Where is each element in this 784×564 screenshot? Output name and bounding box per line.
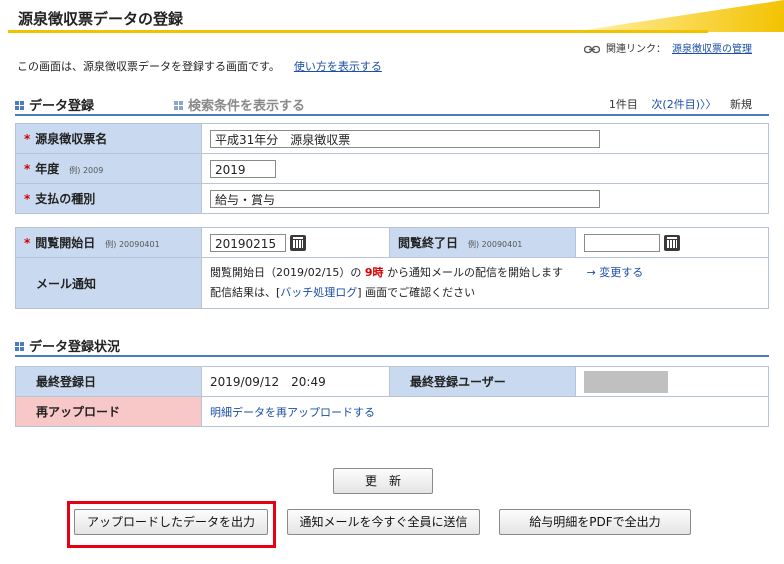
title-underline: [8, 30, 708, 33]
pdf-export-button[interactable]: 給与明細をPDFで全出力: [499, 509, 691, 535]
row-name: * 源泉徴収票名 平成31年分 源泉徴収票: [15, 123, 769, 154]
reupload-label: 再アップロード: [15, 396, 202, 427]
pager-count: 1件目: [608, 98, 638, 111]
row-reupload: 再アップロード 明細データを再アップロードする: [15, 396, 769, 427]
start-date-input[interactable]: 20190215: [210, 233, 286, 252]
search-toggle[interactable]: 検索条件を表示する: [174, 95, 305, 114]
section-data-rule: [15, 114, 769, 116]
section-data-title-text: データ登録: [29, 99, 95, 114]
payment-label: * 支払の種別: [15, 183, 202, 214]
update-button[interactable]: 更 新: [333, 468, 433, 494]
status-table: 最終登録日 2019/09/12 20:49 最終登録ユーザー 再アップロード …: [15, 366, 769, 427]
section-bullet-icon: [15, 101, 24, 110]
end-date-label: 閲覧終了日 例) 20090401: [389, 227, 576, 258]
basic-info-table: * 源泉徴収票名 平成31年分 源泉徴収票 * 年度 例) 2009 2019 * 支払…: [15, 123, 769, 214]
payment-input[interactable]: 給与・賞与: [210, 189, 600, 208]
row-last-registration: 最終登録日 2019/09/12 20:49 最終登録ユーザー: [15, 366, 769, 397]
start-date-example: 例) 20090401: [105, 240, 160, 249]
calendar-icon[interactable]: [664, 234, 680, 251]
viewing-period-table: * 閲覧開始日 例) 20090401 20190215 閲覧終了日 例) 20090…: [15, 227, 769, 309]
related-link-withholding-management[interactable]: 源泉徴収票の管理: [672, 44, 752, 55]
search-toggle-text[interactable]: 検索条件を表示する: [188, 99, 305, 114]
batch-log-link[interactable]: バッチ処理ログ: [280, 286, 357, 299]
end-date-cell: [575, 227, 769, 258]
pager-new-link[interactable]: 新規: [730, 98, 752, 111]
last-date-value: 2019/09/12 20:49: [201, 366, 390, 397]
mail-notify-label: メール通知: [15, 257, 202, 309]
section-bullet-icon: [174, 101, 183, 110]
pager: 1件目 次(2件目)〉〉 新規: [599, 96, 752, 112]
section-bullet-icon: [15, 342, 24, 351]
year-input[interactable]: 2019: [210, 159, 276, 178]
mail-change-link[interactable]: → 変更する: [587, 266, 644, 279]
mail-notify-line2: 配信結果は、[バッチ処理ログ] 画面でご確認ください: [210, 286, 476, 299]
name-input[interactable]: 平成31年分 源泉徴収票: [210, 129, 600, 148]
howto-link[interactable]: 使い方を表示する: [294, 60, 382, 73]
page-description: この画面は、源泉徴収票データを登録する画面です。 使い方を表示する: [17, 58, 382, 74]
row-view-period: * 閲覧開始日 例) 20090401 20190215 閲覧終了日 例) 20090…: [15, 227, 769, 258]
last-user-label: 最終登録ユーザー: [389, 366, 576, 397]
name-label: * 源泉徴収票名: [15, 123, 202, 154]
section-status-title-text: データ登録状況: [29, 340, 121, 355]
row-payment-type: * 支払の種別 給与・賞与: [15, 183, 769, 214]
end-date-example: 例) 20090401: [468, 240, 523, 249]
last-user-cell: [575, 366, 769, 397]
end-date-input[interactable]: [584, 233, 660, 252]
page-title: 源泉徴収票データの登録: [18, 10, 184, 28]
reupload-link[interactable]: 明細データを再アップロードする: [201, 396, 769, 427]
header-decoration: [571, 0, 784, 32]
start-date-label: * 閲覧開始日 例) 20090401: [15, 227, 202, 258]
payment-cell: 給与・賞与: [201, 183, 769, 214]
section-data-title: データ登録: [15, 95, 94, 114]
start-date-cell: 20190215: [201, 227, 390, 258]
year-label: * 年度 例) 2009: [15, 153, 202, 184]
notify-time: 9時: [364, 266, 384, 279]
export-uploaded-data-button[interactable]: アップロードしたデータを出力: [74, 509, 268, 535]
related-prefix: 関連リンク：: [606, 44, 666, 55]
section-status-rule: [15, 355, 769, 357]
mail-notify-line1: 閲覧開始日（2019/02/15）の 9時 から通知メールの配信を開始します →…: [210, 266, 644, 279]
calendar-icon[interactable]: [290, 234, 306, 251]
send-mail-now-button[interactable]: 通知メールを今すぐ全員に送信: [287, 509, 480, 535]
year-cell: 2019: [201, 153, 769, 184]
row-year: * 年度 例) 2009 2019: [15, 153, 769, 184]
section-status-title: データ登録状況: [15, 336, 120, 355]
description-text: この画面は、源泉徴収票データを登録する画面です。: [17, 60, 280, 73]
last-user-redacted: [584, 370, 668, 393]
mail-notify-cell: 閲覧開始日（2019/02/15）の 9時 から通知メールの配信を開始します →…: [201, 257, 769, 309]
row-mail-notify: メール通知 閲覧開始日（2019/02/15）の 9時 から通知メールの配信を開…: [15, 257, 769, 309]
chain-link-icon: [584, 45, 600, 53]
year-example: 例) 2009: [69, 166, 104, 175]
name-cell: 平成31年分 源泉徴収票: [201, 123, 769, 154]
related-links: 関連リンク： 源泉徴収票の管理: [584, 40, 752, 55]
pager-next-link[interactable]: 次(2件目)〉〉: [651, 98, 716, 111]
title-bar: 源泉徴収票データの登録: [0, 0, 784, 36]
last-date-label: 最終登録日: [15, 366, 202, 397]
